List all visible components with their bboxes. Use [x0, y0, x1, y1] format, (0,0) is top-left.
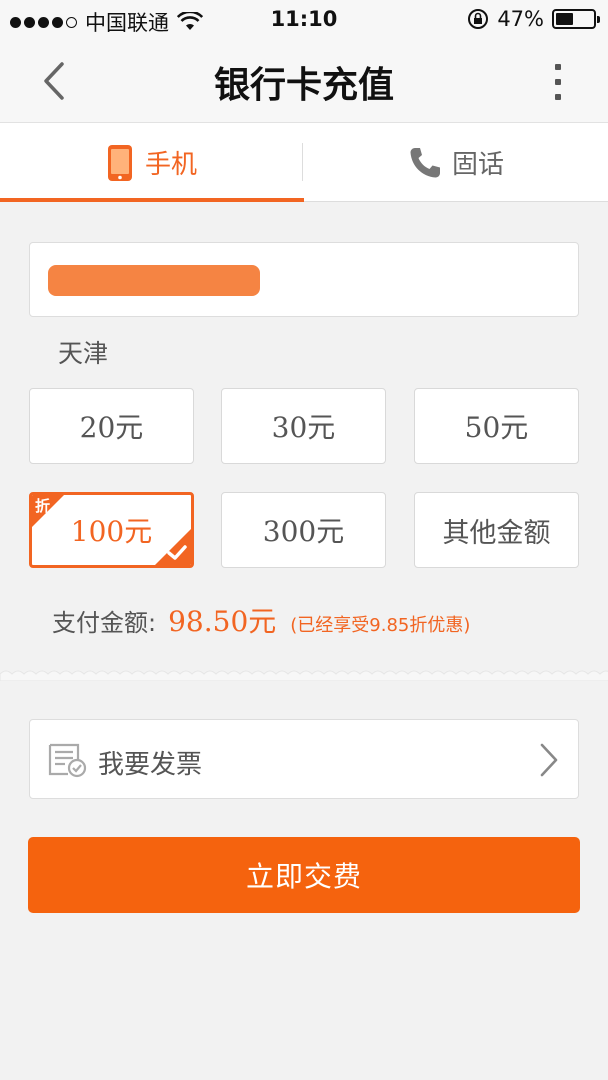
- phone-region: 天津: [58, 339, 109, 368]
- tab-bar: 手机 固话: [0, 122, 608, 202]
- more-dot: [555, 94, 561, 100]
- amount-label: 20元: [79, 411, 144, 444]
- invoice-icon: [48, 743, 87, 778]
- amount-label: 30元: [271, 411, 336, 444]
- amount-option-20[interactable]: 20元: [29, 388, 194, 464]
- tab-mobile-label: 手机: [144, 150, 197, 180]
- amount-option-100[interactable]: 折 100元: [29, 492, 194, 568]
- amount-option-300[interactable]: 300元: [221, 492, 386, 568]
- amount-label: 50元: [464, 411, 529, 444]
- status-bar: 中国联通 11:10 47%: [0, 0, 608, 40]
- payment-label: 支付金额:: [52, 609, 157, 637]
- pay-now-button[interactable]: 立即交费: [28, 837, 580, 913]
- amount-label: 其他金额: [442, 517, 551, 549]
- amount-option-other[interactable]: 其他金额: [414, 492, 579, 568]
- chevron-right-icon: [540, 743, 558, 777]
- more-options-button[interactable]: [548, 62, 568, 102]
- battery-percent: 47%: [497, 7, 544, 31]
- navigation-bar: 银行卡充值: [0, 40, 608, 122]
- battery-icon: [552, 9, 600, 29]
- invoice-label: 我要发票: [98, 750, 203, 780]
- tab-landline[interactable]: 固话: [304, 123, 608, 202]
- phone-number-input[interactable]: [29, 242, 579, 317]
- active-tab-indicator: [0, 198, 304, 202]
- redacted-phone-number: [48, 265, 260, 296]
- mobile-phone-icon: [107, 144, 132, 181]
- amount-option-50[interactable]: 50元: [414, 388, 579, 464]
- status-right: 47%: [467, 7, 600, 31]
- invoice-row[interactable]: 我要发票: [29, 719, 579, 799]
- wavy-divider: [0, 667, 608, 681]
- rotation-lock-icon: [468, 9, 489, 29]
- discount-badge: 折: [35, 497, 51, 515]
- amount-label: 300元: [262, 515, 345, 548]
- telephone-icon: [410, 147, 440, 177]
- tab-landline-label: 固话: [451, 150, 504, 180]
- payment-summary: 支付金额: 98.50元 (已经享受9.85折优惠): [52, 600, 470, 640]
- tab-divider: [302, 143, 303, 181]
- more-dot: [555, 64, 561, 70]
- page-title: 银行卡充值: [213, 65, 394, 106]
- tab-mobile[interactable]: 手机: [0, 123, 304, 202]
- battery-level: [556, 13, 573, 25]
- amount-label: 100元: [70, 515, 153, 548]
- more-dot: [555, 79, 561, 85]
- amount-option-30[interactable]: 30元: [221, 388, 386, 464]
- payment-value: 98.50元: [168, 605, 277, 638]
- checkmark-icon: [167, 545, 187, 560]
- pay-now-label: 立即交费: [245, 860, 362, 893]
- discount-note: (已经享受9.85折优惠): [290, 615, 471, 636]
